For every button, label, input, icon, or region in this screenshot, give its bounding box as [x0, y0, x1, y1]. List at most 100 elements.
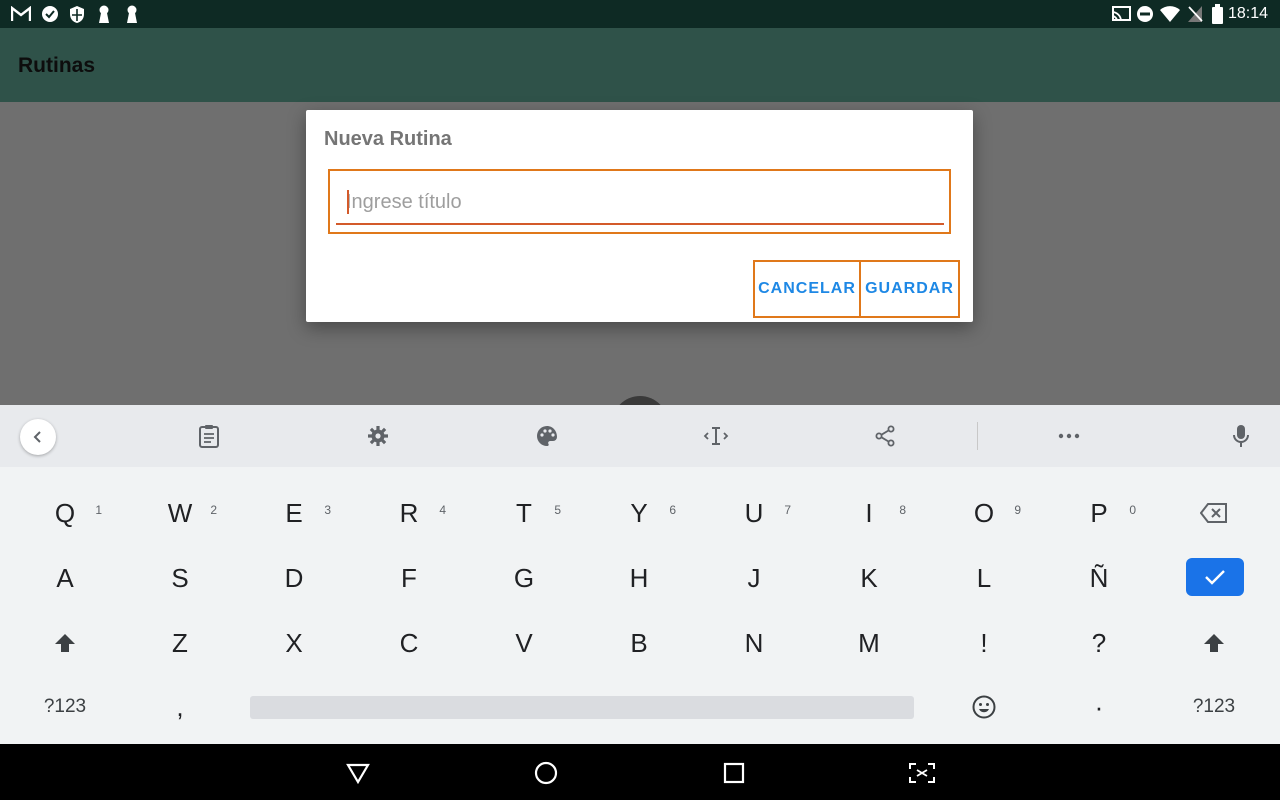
key-s[interactable]: S [125, 548, 235, 608]
soft-keyboard: Q1 W2 E3 R4 T5 Y6 U7 I8 O9 P0 A S D F G … [0, 467, 1280, 744]
key-hint: 8 [899, 503, 906, 517]
key-label: E [285, 497, 303, 528]
shift-key-right[interactable] [1159, 613, 1269, 673]
key-n-tilde[interactable]: Ñ [1044, 548, 1154, 608]
home-circle-icon[interactable] [529, 756, 563, 790]
key-hint: 5 [554, 503, 561, 517]
key-u[interactable]: U7 [699, 483, 809, 543]
share-icon[interactable] [868, 419, 902, 453]
key-h[interactable]: H [584, 548, 694, 608]
key-m[interactable]: M [814, 613, 924, 673]
wifi-icon [1158, 4, 1182, 24]
text-cursor-icon[interactable] [699, 419, 733, 453]
checkmark-icon [1205, 570, 1225, 585]
app-bar: Rutinas [0, 28, 1280, 102]
key-l[interactable]: L [929, 548, 1039, 608]
key-label: I [865, 497, 873, 528]
backspace-key[interactable] [1159, 483, 1269, 543]
key-f[interactable]: F [354, 548, 464, 608]
key-label: O [973, 497, 995, 528]
title-field-container [328, 169, 951, 234]
settings-icon[interactable] [361, 419, 395, 453]
key-r[interactable]: R4 [354, 483, 464, 543]
back-triangle-icon[interactable] [341, 756, 375, 790]
shift-key-left[interactable] [10, 613, 120, 673]
key-label: U [744, 497, 764, 528]
key-c[interactable]: C [354, 613, 464, 673]
key-hint: 0 [1129, 503, 1136, 517]
key-label: P [1090, 497, 1108, 528]
backspace-icon [1200, 503, 1227, 523]
key-hint: 6 [669, 503, 676, 517]
key-period[interactable]: · [1044, 677, 1154, 737]
key-w[interactable]: W2 [125, 483, 235, 543]
do-not-disturb-icon [1135, 4, 1155, 24]
no-signal-icon [1186, 4, 1204, 24]
key-j[interactable]: J [699, 548, 809, 608]
key-a[interactable]: A [10, 548, 120, 608]
title-input[interactable] [336, 181, 944, 225]
symbols-key-right[interactable]: ?123 [1159, 677, 1269, 737]
key-hint: 2 [210, 503, 217, 517]
theme-icon[interactable] [530, 419, 564, 453]
dialog-actions: CANCELAR GUARDAR [753, 260, 960, 318]
text-cursor [347, 190, 349, 214]
key-hint: 4 [439, 503, 446, 517]
key-y[interactable]: Y6 [584, 483, 694, 543]
key-b[interactable]: B [584, 613, 694, 673]
check-circle-icon [40, 4, 60, 24]
shield-icon [67, 4, 87, 24]
add-fab-button[interactable] [612, 396, 668, 405]
back-icon[interactable] [20, 419, 56, 455]
toolbar-divider [977, 422, 978, 450]
key-g[interactable]: G [469, 548, 579, 608]
key-label: R [399, 497, 419, 528]
recents-square-icon[interactable] [717, 756, 751, 790]
key-v[interactable]: V [469, 613, 579, 673]
page-title: Rutinas [18, 54, 96, 77]
key-comma[interactable]: , [125, 677, 235, 737]
shift-icon [55, 634, 75, 652]
key-n[interactable]: N [699, 613, 809, 673]
clipboard-icon[interactable] [192, 419, 226, 453]
key-hint: 7 [784, 503, 791, 517]
microphone-icon[interactable] [1224, 419, 1258, 453]
key-hint: 9 [1014, 503, 1021, 517]
cast-icon [1110, 4, 1132, 24]
cancel-button[interactable]: CANCELAR [755, 262, 861, 316]
screenshot-icon[interactable] [905, 756, 939, 790]
gmail-icon [10, 4, 32, 24]
key-label: W [167, 497, 193, 528]
navigation-bar [0, 744, 1280, 800]
enter-key[interactable] [1186, 558, 1244, 596]
dialog-title: Nueva Rutina [324, 128, 452, 150]
key-label: Q [54, 497, 76, 528]
emoji-icon [972, 695, 996, 719]
key-k[interactable]: K [814, 548, 924, 608]
key-z[interactable]: Z [125, 613, 235, 673]
key-q[interactable]: Q1 [10, 483, 120, 543]
key-hint: 3 [324, 503, 331, 517]
keyboard-toolbar [0, 405, 1280, 467]
key-exclamation[interactable]: ! [929, 613, 1039, 673]
clock: 18:14 [1227, 5, 1268, 22]
more-icon[interactable] [1052, 419, 1086, 453]
key-label: Y [630, 497, 648, 528]
key-d[interactable]: D [239, 548, 349, 608]
status-bar: 18:14 [0, 0, 1280, 28]
keyhole-icon [124, 4, 140, 24]
key-i[interactable]: I8 [814, 483, 924, 543]
save-button[interactable]: GUARDAR [861, 262, 958, 316]
key-x[interactable]: X [239, 613, 349, 673]
key-t[interactable]: T5 [469, 483, 579, 543]
key-e[interactable]: E3 [239, 483, 349, 543]
new-routine-dialog: Nueva Rutina CANCELAR GUARDAR [306, 110, 973, 322]
key-question[interactable]: ? [1044, 613, 1154, 673]
symbols-key-left[interactable]: ?123 [10, 677, 120, 737]
key-hint: 1 [95, 503, 102, 517]
emoji-key[interactable] [929, 677, 1039, 737]
key-p[interactable]: P0 [1044, 483, 1154, 543]
space-bar[interactable] [250, 696, 914, 719]
key-o[interactable]: O9 [929, 483, 1039, 543]
key-label: T [516, 497, 532, 528]
